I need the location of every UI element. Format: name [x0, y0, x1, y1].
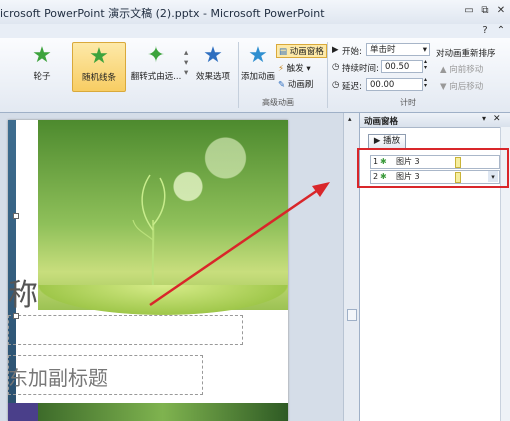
play-icon: ▶	[373, 136, 381, 146]
star-icon: ★	[89, 44, 109, 69]
effect-random-bars-button[interactable]: ★ 随机线条	[72, 42, 126, 92]
delay-value: 00.00	[370, 80, 395, 90]
sprout-illustration	[132, 174, 166, 290]
separator	[238, 42, 239, 108]
trigger-label: 触发	[286, 64, 304, 74]
animation-pane-label: 动画窗格	[289, 47, 324, 57]
ribbon-tab-strip: ? ⌃	[0, 24, 510, 39]
highlight-box	[357, 148, 509, 188]
delay-spinner[interactable]: ▴ ▾	[424, 77, 427, 89]
add-animation-button[interactable]: ★ 添加动画	[240, 42, 276, 90]
effect-label: 轮子	[33, 72, 51, 82]
move-later-label: 向后移动	[449, 82, 484, 92]
collapse-ribbon-icon[interactable]: ⌃	[494, 24, 508, 37]
minimize-button[interactable]: ▭	[462, 4, 476, 17]
help-icon[interactable]: ?	[478, 24, 492, 37]
clock-icon: ◷	[332, 62, 340, 72]
add-star-icon: ★	[248, 43, 268, 68]
bottom-left-image	[8, 403, 38, 421]
scroll-thumb[interactable]	[347, 309, 357, 321]
move-earlier-button[interactable]: ▲ 向前移动	[440, 63, 483, 75]
pane-title: 动画窗格	[364, 117, 399, 127]
start-select[interactable]: 单击时 ▾	[366, 43, 430, 56]
slide-canvas[interactable]: 称 东加副标题	[8, 120, 288, 421]
effect-options-button[interactable]: ★ 效果选项	[192, 42, 234, 90]
up-arrow-icon: ▲	[440, 65, 447, 75]
restore-button[interactable]: ⧉	[478, 4, 492, 17]
chevron-down-icon: ▾	[422, 45, 427, 55]
bottom-picture[interactable]	[38, 403, 288, 421]
animation-pane-button[interactable]: ▤ 动画窗格	[276, 44, 327, 58]
title-bar: icrosoft PowerPoint 演示文稿 (2).pptx - Micr…	[0, 0, 510, 25]
separator	[327, 42, 328, 108]
title-placeholder[interactable]	[8, 315, 243, 345]
duration-field[interactable]: 00.50	[381, 60, 423, 73]
effect-label: 翻转式由远...	[130, 72, 182, 82]
effect-wheel-button[interactable]: ★ 轮子	[20, 42, 64, 90]
animation-painter-label: 动画刷	[287, 80, 314, 90]
start-label: 开始:	[342, 47, 362, 57]
close-button[interactable]: ✕	[494, 4, 508, 17]
selection-handle[interactable]	[13, 213, 19, 219]
close-icon[interactable]: ✕	[493, 114, 501, 124]
pane-icon: ▤	[279, 47, 288, 57]
star-icon: ★	[32, 43, 52, 68]
pane-header: 动画窗格 ▾ ✕	[360, 113, 510, 128]
gallery-scroll-icon[interactable]: ▴ ▾ ▾	[184, 48, 188, 78]
effect-flip-button[interactable]: ✦ 翻转式由远...	[130, 42, 182, 90]
advanced-group-label: 高级动画	[262, 98, 294, 107]
effect-options-label: 效果选项	[195, 72, 230, 82]
play-button[interactable]: ▶ 播放	[368, 134, 406, 149]
delay-field[interactable]: 00.00	[366, 78, 423, 91]
star-icon: ★	[203, 43, 223, 68]
scroll-up-icon[interactable]: ▴	[348, 115, 352, 123]
down-arrow-icon: ▼	[440, 82, 447, 92]
subtitle-text: 东加副标题	[8, 366, 108, 390]
star-icon: ✦	[146, 43, 166, 68]
add-animation-label: 添加动画	[240, 72, 275, 82]
delay-label: 延迟:	[342, 82, 362, 92]
animation-painter-button[interactable]: ✎ 动画刷	[278, 78, 313, 90]
trigger-icon: ⚡	[278, 64, 284, 74]
effect-label: 随机线条	[81, 73, 116, 83]
delay-icon: ◷	[332, 80, 340, 90]
pane-menu-icon[interactable]: ▾	[482, 114, 486, 123]
timing-group-label: 计时	[400, 98, 416, 107]
duration-value: 00.50	[385, 62, 410, 72]
painter-icon: ✎	[278, 80, 286, 90]
duration-label: 持续时间:	[342, 64, 379, 74]
move-earlier-label: 向前移动	[449, 65, 484, 75]
ribbon: ★ 轮子 ★ 随机线条 ✦ 翻转式由远... ▴ ▾ ▾ ★ 效果选项 ★ 添加动画…	[0, 38, 510, 113]
start-icon: ▶	[332, 45, 339, 55]
window-title: icrosoft PowerPoint 演示文稿 (2).pptx - Micr…	[0, 7, 325, 20]
reorder-label: 对动画重新排序	[436, 49, 496, 59]
move-later-button[interactable]: ▼ 向后移动	[440, 80, 483, 92]
title-text: 称	[8, 278, 38, 313]
moss-ground	[38, 285, 288, 315]
start-value: 单击时	[370, 45, 396, 55]
play-label: 播放	[383, 136, 401, 146]
trigger-button[interactable]: ⚡ 触发 ▾	[278, 62, 311, 74]
duration-spinner[interactable]: ▴ ▾	[424, 59, 427, 71]
selection-handle[interactable]	[13, 313, 19, 319]
